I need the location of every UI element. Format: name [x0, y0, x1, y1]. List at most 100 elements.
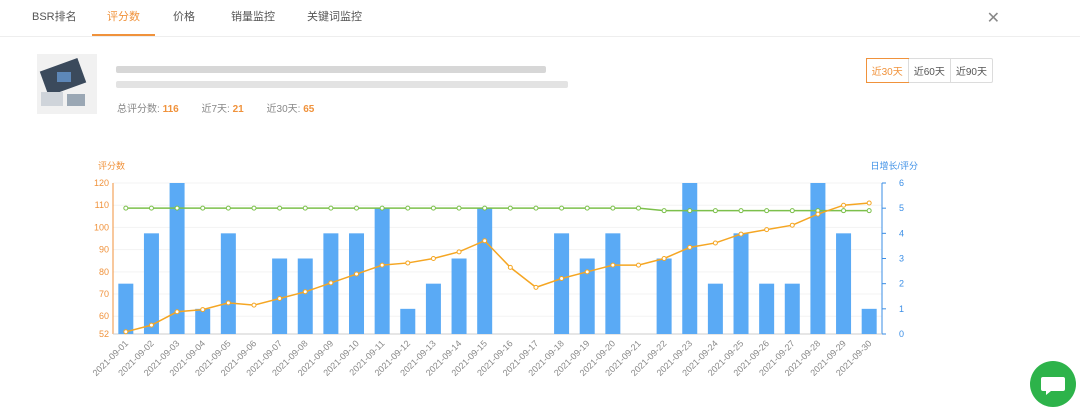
y-right-tick-label: 5 — [899, 203, 904, 213]
bar — [836, 233, 852, 334]
rating-count-point — [405, 260, 411, 266]
rating-count-point — [277, 295, 283, 301]
right-axis-title: 日增长/评分 — [870, 160, 918, 171]
total-rating-value: 116 — [162, 104, 179, 115]
rating-count-point — [866, 200, 872, 206]
rating-count-point — [482, 238, 488, 244]
rating-chart: 评分数 日增长/评分526070809010011012001234562021-… — [91, 160, 918, 378]
tab-price[interactable]: 价格 — [173, 0, 195, 34]
y-left-tick-label: 80 — [99, 267, 109, 277]
rating-stats: 总评分数: 116 近7天: 21 近30天: 65 — [117, 100, 334, 115]
rating-point — [635, 205, 641, 211]
total-rating-label: 总评分数: — [117, 104, 160, 115]
chat-bubble-icon — [1041, 377, 1065, 395]
bar — [220, 233, 236, 334]
rating-count-point — [533, 284, 539, 290]
bar — [297, 258, 313, 334]
rating-count-point — [507, 264, 513, 270]
range-60-days-button[interactable]: 近60天 — [907, 59, 950, 82]
rating-point — [302, 205, 308, 211]
rating-count-point — [584, 269, 590, 275]
bar — [195, 308, 211, 334]
tab-sales-monitor[interactable]: 销量监控 — [231, 0, 275, 34]
rating-point — [764, 208, 770, 214]
rating-point — [328, 205, 334, 211]
rating-count-point — [738, 231, 744, 237]
range-30-days-button[interactable]: 近30天 — [865, 58, 909, 83]
rating-point — [225, 205, 231, 211]
bar — [861, 308, 877, 334]
rating-point — [559, 205, 565, 211]
y-left-tick-label: 52 — [99, 329, 109, 339]
bar — [477, 208, 493, 334]
y-left-tick-label: 110 — [95, 200, 109, 210]
bar — [400, 308, 416, 334]
rating-point — [482, 205, 488, 211]
bar — [810, 183, 826, 334]
close-icon[interactable]: ✕ — [987, 8, 1000, 28]
rating-point — [507, 205, 513, 211]
rating-point — [379, 205, 385, 211]
bar — [451, 258, 467, 334]
rating-count-point — [251, 302, 257, 308]
y-left-tick-label: 120 — [94, 178, 109, 188]
rating-point — [738, 208, 744, 214]
bar — [784, 283, 800, 334]
rating-count-point — [174, 309, 180, 315]
bar — [605, 233, 621, 334]
rating-point — [123, 205, 129, 211]
tab-bar: BSR排名 评分数 价格 销量监控 关键词监控 ✕ — [0, 0, 1080, 37]
y-right-tick-label: 1 — [899, 304, 904, 314]
rating-count-point — [789, 222, 795, 228]
rating-point — [533, 205, 539, 211]
bar — [118, 283, 134, 334]
rating-point — [584, 205, 590, 211]
y-right-tick-label: 0 — [899, 329, 904, 339]
rating-count-point — [815, 211, 821, 217]
rating-count-point — [661, 256, 667, 261]
date-range-selector: 近30天 近60天 近90天 — [865, 58, 993, 83]
month-rating-label: 近30天: — [266, 104, 301, 115]
rating-count-point — [635, 262, 641, 268]
rating-count-point — [559, 275, 565, 281]
tab-keyword-monitor[interactable]: 关键词监控 — [307, 0, 362, 34]
y-right-tick-label: 6 — [899, 178, 904, 188]
y-left-tick-label: 70 — [99, 289, 109, 299]
rating-count-point — [225, 300, 231, 306]
rating-point — [354, 205, 360, 211]
tab-rating-count[interactable]: 评分数 — [92, 0, 155, 36]
y-left-tick-label: 90 — [99, 245, 109, 255]
rating-count-point — [200, 307, 206, 313]
rating-point — [405, 205, 411, 211]
left-axis-title: 评分数 — [98, 160, 125, 171]
week-rating-label: 近7天: — [201, 104, 230, 115]
rating-point — [277, 205, 283, 211]
rating-count-point — [379, 262, 385, 268]
bar — [656, 258, 672, 334]
rating-count-point — [354, 271, 360, 277]
rating-count-point — [456, 249, 462, 255]
rating-count-point — [687, 244, 693, 250]
range-90-days-button[interactable]: 近90天 — [949, 59, 992, 82]
bar — [143, 233, 159, 334]
rating-point — [687, 208, 693, 214]
rating-count-point — [430, 256, 436, 261]
rating-count-point — [302, 289, 308, 295]
y-right-tick-label: 4 — [899, 228, 904, 238]
rating-count-point — [841, 202, 847, 208]
y-left-tick-label: 100 — [94, 222, 109, 232]
bar — [425, 283, 441, 334]
rating-count-point — [148, 322, 154, 328]
chat-button[interactable] — [1030, 361, 1076, 407]
rating-point — [789, 208, 795, 214]
rating-point — [430, 205, 436, 211]
rating-point — [456, 205, 462, 211]
rating-point — [712, 208, 718, 214]
rating-count-point — [123, 329, 129, 335]
y-right-tick-label: 2 — [899, 279, 904, 289]
rating-point — [841, 208, 847, 214]
rating-count-point — [764, 227, 770, 233]
tab-bsr-rank[interactable]: BSR排名 — [32, 0, 77, 34]
rating-count-line — [125, 202, 870, 333]
month-rating-value: 65 — [303, 104, 315, 115]
